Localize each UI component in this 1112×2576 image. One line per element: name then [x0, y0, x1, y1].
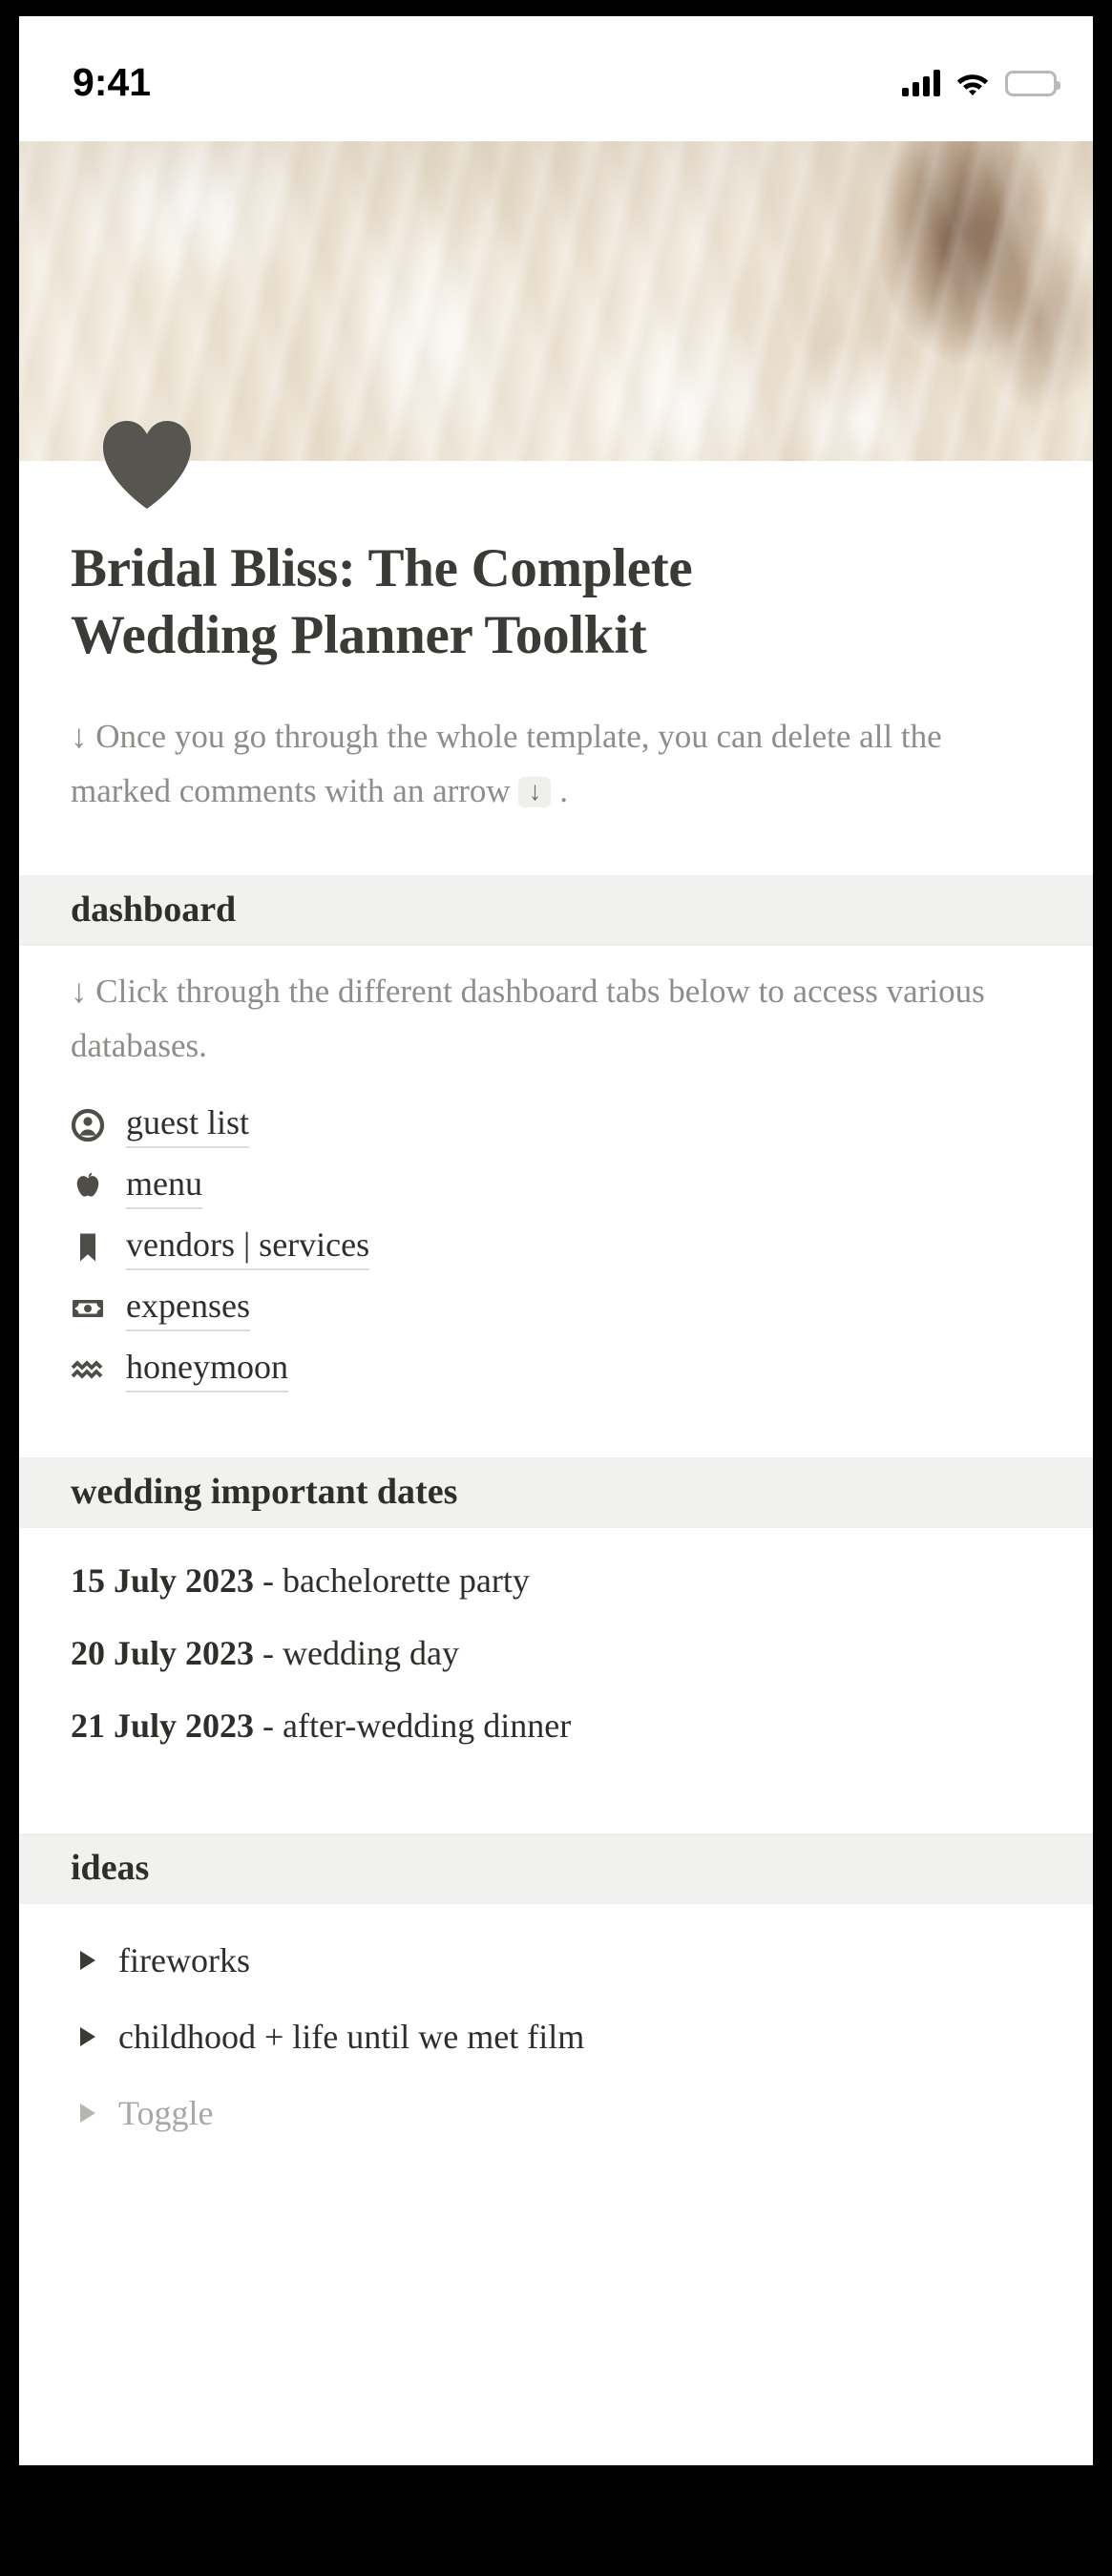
date-value: 20 July 2023 [71, 1633, 255, 1672]
waves-icon [71, 1352, 105, 1387]
bookmark-icon [71, 1230, 105, 1265]
apple-icon [71, 1169, 105, 1204]
signal-bars-icon [902, 70, 940, 96]
dashboard-item-label: honeymoon [126, 1346, 288, 1393]
important-date-row: 20 July 2023 - wedding day [71, 1633, 1041, 1673]
dashboard-item-menu[interactable]: menu [71, 1156, 1041, 1217]
date-event: wedding day [283, 1633, 459, 1672]
cover-shade [19, 141, 1093, 461]
date-separator: - [254, 1560, 283, 1600]
status-bar: 9:41 [19, 16, 1093, 141]
phone-screen: 9:41 Bridal Bliss: The Complete Wedding … [19, 16, 1093, 2465]
battery-full-icon [1005, 71, 1060, 96]
intro-comment-text-before: ↓ Once you go through the whole template… [71, 718, 942, 809]
intro-comment: ↓ Once you go through the whole template… [71, 710, 1035, 818]
date-value: 15 July 2023 [71, 1560, 255, 1600]
date-event: after-wedding dinner [283, 1706, 572, 1745]
toggle-item-placeholder[interactable]: Toggle [71, 2093, 1041, 2133]
chevron-right-icon[interactable] [80, 1950, 95, 1970]
date-value: 21 July 2023 [71, 1706, 255, 1745]
date-event: bachelorette party [283, 1560, 530, 1600]
dashboard-item-honeymoon[interactable]: honeymoon [71, 1339, 1041, 1400]
important-date-row: 21 July 2023 - after-wedding dinner [71, 1706, 1041, 1746]
page-content: Bridal Bliss: The Complete Wedding Plann… [19, 535, 1093, 2133]
section-heading-ideas: ideas [19, 1833, 1093, 1904]
toggle-label: Toggle [118, 2093, 214, 2132]
toggle-label: childhood + life until we met film [118, 2017, 585, 2056]
dashboard-links-list: guest list menu vendors | services expen… [71, 1095, 1041, 1400]
toggle-label: fireworks [118, 1940, 250, 1979]
heart-icon[interactable] [99, 419, 195, 510]
section-heading-important-dates: wedding important dates [19, 1456, 1093, 1528]
chevron-right-icon[interactable] [80, 2103, 95, 2123]
section-heading-dashboard: dashboard [19, 875, 1093, 947]
dashboard-item-label: vendors | services [126, 1224, 370, 1271]
wifi-icon [955, 70, 991, 96]
status-time: 9:41 [73, 60, 152, 104]
dashboard-comment: ↓ Click through the different dashboard … [71, 973, 985, 1065]
toggle-item-fireworks[interactable]: fireworks [71, 1940, 1041, 1980]
toggle-item-childhood-film[interactable]: childhood + life until we met film [71, 2017, 1041, 2057]
dashboard-item-guest-list[interactable]: guest list [71, 1095, 1041, 1156]
dashboard-item-label: menu [126, 1162, 202, 1210]
arrow-chip: ↓ [518, 776, 552, 807]
date-separator: - [254, 1633, 283, 1672]
dashboard-item-expenses[interactable]: expenses [71, 1278, 1041, 1339]
cover-image [19, 141, 1093, 461]
status-icons [902, 64, 1060, 96]
dashboard-item-label: expenses [126, 1285, 250, 1332]
dashboard-item-label: guest list [126, 1101, 250, 1149]
page-title: Bridal Bliss: The Complete Wedding Plann… [71, 538, 693, 665]
chevron-right-icon[interactable] [80, 2026, 95, 2046]
important-date-row: 15 July 2023 - bachelorette party [71, 1560, 1041, 1601]
dashboard-item-vendors-services[interactable]: vendors | services [71, 1217, 1041, 1278]
date-separator: - [254, 1706, 283, 1745]
person-circle-icon [71, 1108, 105, 1142]
intro-comment-text-after: . [551, 771, 568, 809]
banknote-icon [71, 1291, 105, 1326]
